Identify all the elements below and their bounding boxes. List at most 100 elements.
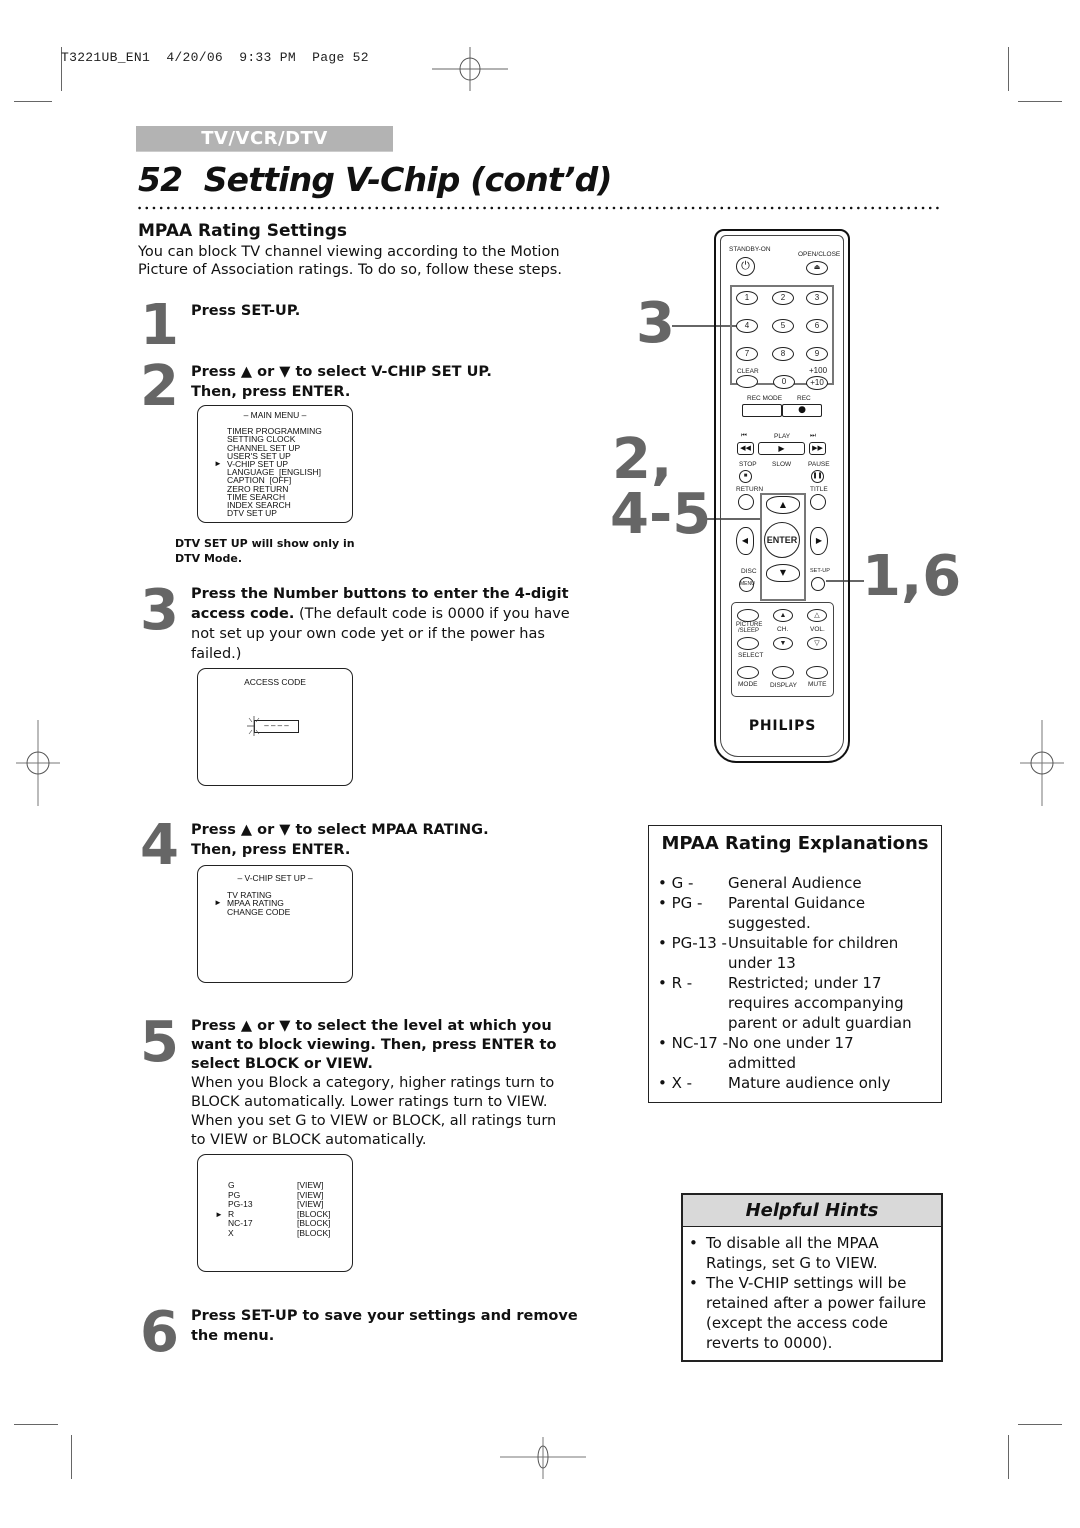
- rewind-button[interactable]: ◀◀: [737, 442, 754, 455]
- display-button[interactable]: [772, 666, 794, 679]
- callout-step-1-6: 1,6: [862, 544, 962, 609]
- left-arrow-icon: ◀: [741, 536, 749, 545]
- hint-line: Ratings, set G to VIEW.: [706, 1254, 878, 1272]
- digit-7-button[interactable]: 7: [736, 347, 758, 361]
- stop-icon: ■: [743, 473, 748, 479]
- menu-item-label: CHANGE CODE: [227, 906, 291, 917]
- select-button[interactable]: [737, 637, 759, 650]
- digit-8-button[interactable]: 8: [772, 347, 794, 361]
- description-line: Parental Guidance: [728, 894, 866, 912]
- slow-label: SLOW: [772, 461, 792, 468]
- return-button[interactable]: [738, 494, 754, 510]
- step-line: Press ▲ or ▼ to select MPAA RATING.: [191, 822, 489, 838]
- down-arrow-icon: ▼: [779, 568, 787, 577]
- up-arrow-icon: ▲: [779, 500, 787, 509]
- description-line: Restricted; under 17: [728, 974, 882, 992]
- mute-button[interactable]: [806, 666, 828, 679]
- pause-icon: ❚❚: [812, 473, 823, 479]
- step-number: 1: [140, 293, 179, 358]
- step-number: 6: [140, 1300, 179, 1365]
- section-heading: MPAA Rating Settings: [138, 221, 347, 241]
- registration-mark-icon: [432, 47, 508, 91]
- menu-list: TV RATING ► MPAA RATING CHANGE CODE: [214, 891, 352, 917]
- digit-1-button[interactable]: 1: [736, 291, 758, 305]
- hint-line: The V-CHIP settings will be: [706, 1274, 907, 1292]
- disc-menu-button[interactable]: MENU: [739, 577, 755, 592]
- rating-description: General Audience: [728, 873, 862, 893]
- step-line: Press ▲ or ▼ to select V-CHIP SET UP.: [191, 364, 492, 380]
- bullet: •: [689, 1274, 698, 1292]
- power-icon: ⏻: [741, 260, 750, 272]
- helpful-hints-box: Helpful Hints • To disable all the MPAA R…: [681, 1193, 943, 1362]
- open-close-label: OPEN/CLOSE: [798, 251, 841, 258]
- channel-down-button[interactable]: ▼: [773, 637, 793, 650]
- rating-label: X: [228, 1227, 234, 1238]
- rec-mode-button[interactable]: [742, 404, 782, 417]
- skip-forward-icon: ⏭: [810, 432, 816, 439]
- stop-button[interactable]: ■: [739, 470, 752, 483]
- rating-row: X [BLOCK]: [228, 1227, 338, 1239]
- digit-4-button[interactable]: 4: [736, 319, 758, 333]
- rating-key: • PG -: [658, 894, 703, 912]
- crop-mark: [14, 1424, 58, 1425]
- step-text: Press SET-UP.: [191, 303, 301, 319]
- stop-label: STOP: [739, 461, 757, 468]
- screen-title: ACCESS CODE: [244, 677, 306, 687]
- rec-button[interactable]: ●: [782, 404, 822, 417]
- play-button[interactable]: ▶: [758, 442, 805, 455]
- hint-item: • To disable all the MPAA Ratings, set G …: [689, 1233, 941, 1273]
- crop-mark: [1008, 1435, 1009, 1479]
- step-text: Press ▲ or ▼ to select the level at whic…: [191, 1017, 556, 1150]
- digit-2-button[interactable]: 2: [772, 291, 794, 305]
- enter-button[interactable]: ENTER: [764, 522, 800, 558]
- picture-sleep-button[interactable]: [737, 609, 759, 622]
- hints-heading: Helpful Hints: [683, 1195, 941, 1227]
- standby-label: STANDBY-ON: [729, 246, 771, 253]
- rating-list: G [VIEW] PG [VIEW] PG-13 [VIEW] ► R [BLOCK] NC-17…: [215, 1180, 338, 1239]
- digit-6-button[interactable]: 6: [806, 319, 828, 333]
- digit-9-button[interactable]: 9: [806, 347, 828, 361]
- menu-item: CHANGE CODE: [227, 906, 352, 917]
- mode-label: MODE: [738, 681, 758, 688]
- power-button[interactable]: ⏻: [736, 257, 755, 276]
- pause-button[interactable]: ❚❚: [811, 470, 824, 483]
- left-arrow-button[interactable]: ◀: [736, 527, 754, 555]
- description-line: Mature audience only: [728, 1074, 891, 1092]
- remote-buttons: STANDBY-ON ⏻ OPEN/CLOSE ⏏ 123 456 789 CLEA…: [714, 229, 851, 764]
- down-arrow-button[interactable]: ▼: [766, 564, 800, 582]
- selection-arrow-icon: ►: [214, 898, 222, 908]
- hint-line: retained after a power failure: [706, 1294, 927, 1312]
- play-label: PLAY: [774, 433, 791, 440]
- eject-icon: ⏏: [813, 264, 821, 271]
- access-code-screen: ACCESS CODE – – – –: [197, 668, 353, 786]
- step-line: (The default code is 0000 if you have: [294, 606, 570, 622]
- digit-3-button[interactable]: 3: [806, 291, 828, 305]
- channel-up-button[interactable]: ▲: [773, 609, 793, 622]
- crop-mark: [1018, 101, 1062, 102]
- fast-forward-button[interactable]: ▶▶: [809, 442, 826, 455]
- clear-button[interactable]: [736, 375, 758, 388]
- select-label: SELECT: [738, 652, 764, 659]
- plus10-button[interactable]: +10: [806, 376, 828, 390]
- step-line: select BLOCK or VIEW.: [191, 1056, 373, 1072]
- intro-line: You can block TV channel viewing accordi…: [138, 244, 560, 260]
- up-arrow-button[interactable]: ▲: [766, 496, 800, 514]
- digit-0-button[interactable]: 0: [773, 375, 795, 389]
- sleep-label: /SLEEP: [738, 628, 760, 634]
- intro-text: You can block TV channel viewing accordi…: [138, 243, 562, 279]
- eject-button[interactable]: ⏏: [806, 261, 828, 275]
- digit-5-button[interactable]: 5: [772, 319, 794, 333]
- up-arrow-icon: ▲: [779, 612, 787, 619]
- mode-button[interactable]: [737, 666, 759, 679]
- disc-label: DISC: [741, 568, 757, 575]
- title-button[interactable]: [810, 494, 826, 510]
- dotted-divider: [136, 206, 942, 210]
- description-line: requires accompanying: [728, 994, 904, 1012]
- volume-up-button[interactable]: △: [807, 609, 827, 622]
- volume-down-button[interactable]: ▽: [807, 637, 827, 650]
- crop-mark: [1018, 1424, 1062, 1425]
- setup-button[interactable]: [811, 577, 825, 591]
- step-number: 4: [140, 813, 179, 878]
- callout-step-3: 3: [636, 291, 675, 356]
- right-arrow-button[interactable]: ▶: [810, 527, 828, 555]
